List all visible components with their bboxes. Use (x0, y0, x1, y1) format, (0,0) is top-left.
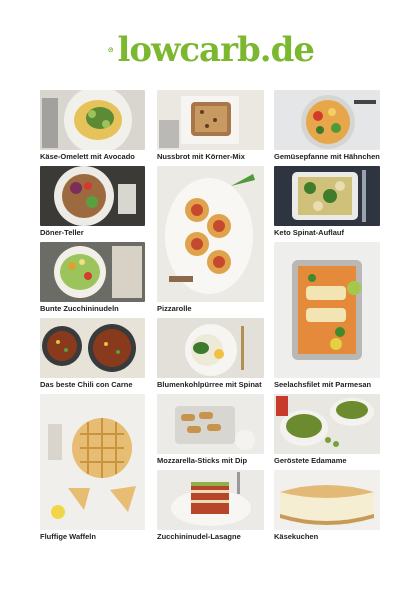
recipe-title: Nussbrot mit Körner-Mix (157, 152, 245, 161)
recipe-title: Blumenkohlpürree mit Spinat (157, 380, 262, 389)
lasagne-image (157, 470, 264, 530)
recipe-title: Fluffige Waffeln (40, 532, 96, 541)
fish-tray-image (274, 242, 380, 378)
spinach-casserole-image (274, 166, 380, 226)
nut-bread-image (157, 90, 264, 150)
waffles-image (40, 394, 145, 530)
recipe-card-cauliflower[interactable]: Blumenkohlpürree mit Spinat (157, 318, 264, 391)
chili-bowls-image (40, 318, 145, 378)
logo-leaf-icon (108, 47, 114, 53)
zucchini-noodles-image (40, 242, 145, 302)
brand-logo[interactable]: lowcarb.de (108, 29, 315, 71)
recipe-card-nut-bread[interactable]: Nussbrot mit Körner-Mix (157, 90, 264, 163)
recipe-title: Gemüsepfanne mit Hähnchen (274, 152, 380, 161)
recipe-card-mozzarella[interactable]: Mozzarella-Sticks mit Dip (157, 394, 264, 467)
recipe-title: Pizzarolle (157, 304, 192, 313)
recipe-title: Mozzarella-Sticks mit Dip (157, 456, 248, 465)
recipe-title: Keto Spinat-Auflauf (274, 228, 344, 237)
recipe-card-lasagne[interactable]: Zucchininudel-Lasagne (157, 470, 264, 543)
recipe-title: Döner-Teller (40, 228, 84, 237)
recipe-title: Seelachsfilet mit Parmesan (274, 380, 372, 389)
recipe-card-doner[interactable]: Döner-Teller (40, 166, 145, 239)
recipe-title: Das beste Chili con Carne (40, 380, 133, 389)
recipe-card-omelette[interactable]: Käse-Omelett mit Avocado (40, 90, 145, 163)
recipe-title: Käse-Omelett mit Avocado (40, 152, 135, 161)
recipe-card-edamame[interactable]: Geröstete Edamame (274, 394, 380, 467)
logo-wordmark: lowcarb.de (117, 30, 315, 70)
recipe-card-cheesecake[interactable]: Käsekuchen (274, 470, 380, 543)
recipe-card-chili[interactable]: Das beste Chili con Carne (40, 318, 145, 391)
recipe-title: Zucchininudel-Lasagne (157, 532, 241, 541)
pizza-roll-image (157, 166, 264, 302)
recipe-card-pizza-roll[interactable]: Pizzarolle (157, 166, 264, 315)
vegetable-pan-image (274, 90, 380, 150)
edamame-bowls-image (274, 394, 380, 454)
recipe-card-fish[interactable]: Seelachsfilet mit Parmesan (274, 242, 380, 391)
recipe-title: Käsekuchen (274, 532, 319, 541)
mozzarella-sticks-image (157, 394, 264, 454)
omelette-plate-image (40, 90, 145, 150)
doner-plate-image (40, 166, 145, 226)
recipe-title: Bunte Zucchininudeln (40, 304, 119, 313)
cauliflower-puree-image (157, 318, 264, 378)
recipe-card-waffles[interactable]: Fluffige Waffeln (40, 394, 145, 543)
recipe-card-vegetable-pan[interactable]: Gemüsepfanne mit Hähnchen (274, 90, 380, 163)
recipe-title: Geröstete Edamame (274, 456, 347, 465)
recipe-card-zucchini-noodles[interactable]: Bunte Zucchininudeln (40, 242, 145, 315)
cheesecake-image (274, 470, 380, 530)
recipe-card-spinach-casserole[interactable]: Keto Spinat-Auflauf (274, 166, 380, 239)
